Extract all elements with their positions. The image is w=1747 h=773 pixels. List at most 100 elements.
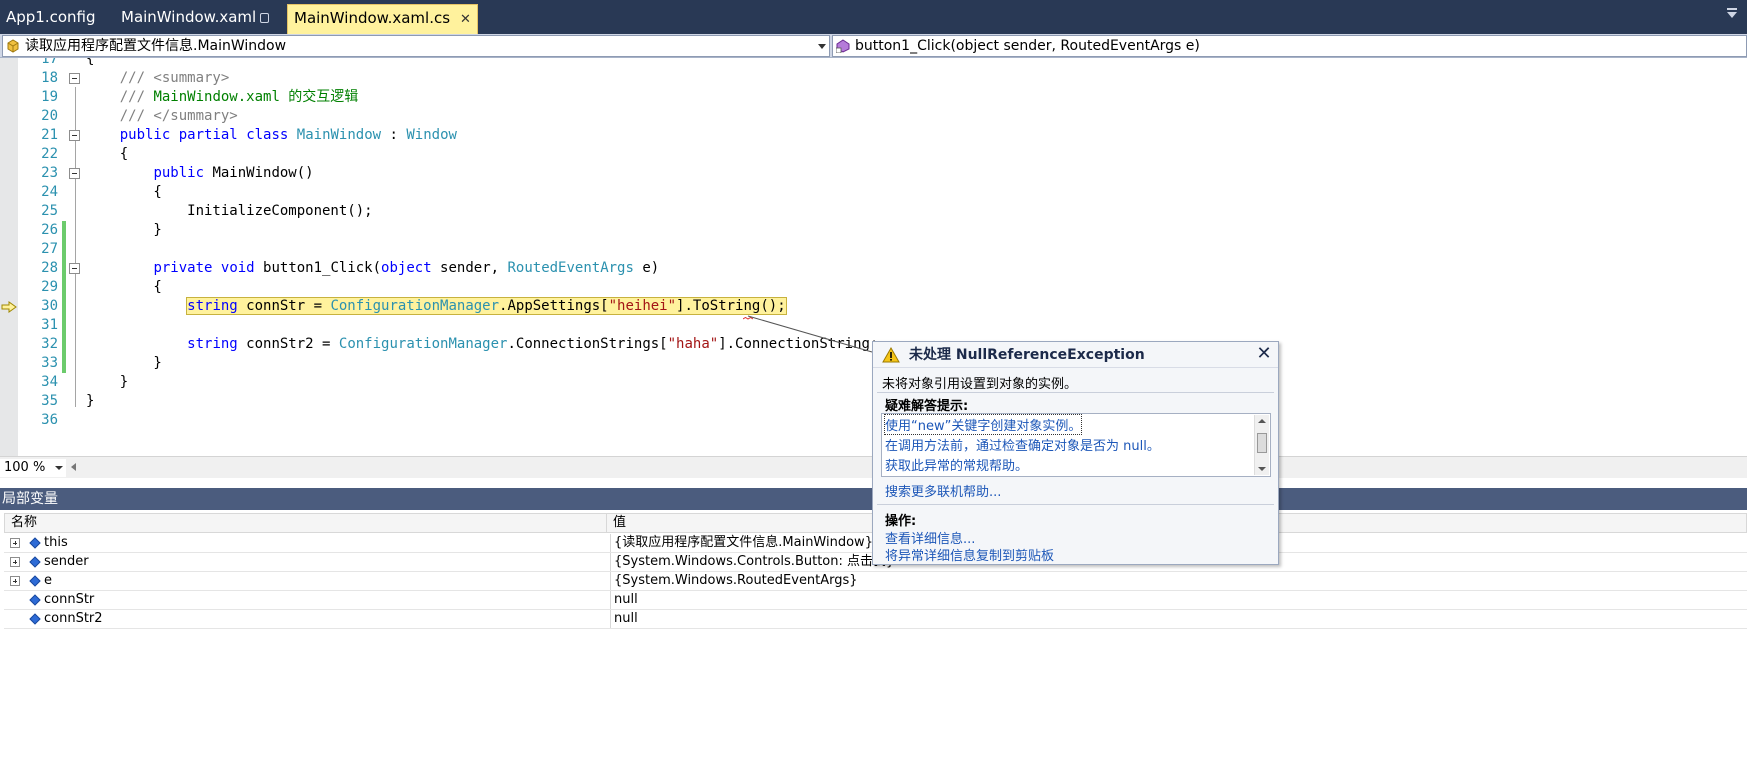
- divider: [877, 504, 1274, 505]
- error-squiggle: [743, 317, 753, 320]
- line-number: 20: [41, 108, 58, 124]
- column-header-name[interactable]: 名称: [5, 514, 607, 532]
- scroll-down-icon[interactable]: [1258, 467, 1266, 471]
- variable-name: connStr: [44, 592, 95, 607]
- code-text: }: [86, 355, 162, 371]
- member-dropdown[interactable]: button1_Click(object sender, RoutedEvent…: [832, 35, 1747, 57]
- tips-list[interactable]: 使用“new”关键字创建对象实例。 在调用方法前，通过检查确定对象是否为 nul…: [881, 413, 1271, 477]
- line-number: 29: [41, 279, 58, 295]
- code-text: {: [86, 184, 162, 200]
- zoom-dropdown[interactable]: 100 %: [0, 459, 66, 477]
- type-dropdown[interactable]: 读取应用程序配置文件信息.MainWindow: [2, 35, 830, 57]
- scroll-left-icon[interactable]: [71, 463, 76, 471]
- line-number: 25: [41, 203, 58, 219]
- line-number: 34: [41, 374, 58, 390]
- code-text: private void button1_Click(object sender…: [153, 260, 660, 276]
- variable-value: {System.Windows.Controls.Button: 点击我}: [610, 553, 894, 571]
- code-text: InitializeComponent();: [86, 203, 373, 219]
- line-number: 17: [41, 58, 58, 67]
- line-number: 21: [41, 127, 58, 143]
- line-number: 32: [41, 336, 58, 352]
- tab-mainwindow-xaml-cs[interactable]: MainWindow.xaml.cs ✕: [287, 4, 478, 34]
- table-row[interactable]: e {System.Windows.RoutedEventArgs}: [4, 572, 1747, 591]
- line-number: 23: [41, 165, 58, 181]
- code-text: }: [86, 222, 162, 238]
- code-line: 26 }: [0, 221, 1747, 240]
- tab-label: MainWindow.xaml: [121, 8, 257, 26]
- code-line: 24 {: [0, 183, 1747, 202]
- code-text: string connStr2 = ConfigurationManager.C…: [187, 336, 879, 352]
- code-text: }: [86, 393, 95, 409]
- line-number: 31: [41, 317, 58, 333]
- member-dropdown-value: button1_Click(object sender, RoutedEvent…: [855, 38, 1200, 54]
- code-line: 31: [0, 316, 1747, 335]
- expand-icon[interactable]: [10, 576, 20, 586]
- collapse-icon[interactable]: [69, 130, 80, 141]
- code-text: }: [86, 374, 129, 390]
- search-online-help-link[interactable]: 搜索更多联机帮助...: [885, 481, 1001, 500]
- tip-link[interactable]: 获取此异常的常规帮助。: [885, 455, 1028, 474]
- line-number: 28: [41, 260, 58, 276]
- line-number: 19: [41, 89, 58, 105]
- divider: [877, 392, 1274, 393]
- tip-link[interactable]: 使用“new”关键字创建对象实例。: [883, 414, 1083, 435]
- expand-icon[interactable]: [10, 557, 20, 567]
- table-row[interactable]: connStr2 null: [4, 610, 1747, 629]
- close-icon[interactable]: ✕: [1256, 345, 1272, 363]
- current-statement-line: 30 string connStr = ConfigurationManager…: [0, 297, 1747, 316]
- line-number: 36: [41, 412, 58, 428]
- collapse-icon[interactable]: [69, 168, 80, 179]
- code-text: public partial class MainWindow : Window: [119, 127, 457, 143]
- code-line: 22 {: [0, 145, 1747, 164]
- scroll-thumb[interactable]: [1257, 433, 1267, 453]
- variable-name: connStr2: [44, 611, 103, 626]
- line-number: 27: [41, 241, 58, 257]
- warning-icon: [882, 347, 900, 363]
- line-number: 35: [41, 393, 58, 409]
- document-tab-strip: App1.config MainWindow.xaml MainWindow.x…: [0, 0, 1747, 34]
- code-line: 18 /// <summary>: [0, 69, 1747, 88]
- tips-scrollbar[interactable]: [1254, 415, 1269, 475]
- class-icon: [7, 39, 19, 53]
- line-number: 18: [41, 70, 58, 86]
- variable-name: this: [44, 535, 68, 550]
- variable-icon: [29, 575, 41, 587]
- code-text: string connStr = ConfigurationManager.Ap…: [186, 297, 787, 315]
- code-line: 27: [0, 240, 1747, 259]
- variable-value: null: [610, 610, 638, 628]
- current-statement-arrow-icon: [1, 301, 17, 313]
- collapse-icon[interactable]: [69, 263, 80, 274]
- variable-value: null: [610, 591, 638, 609]
- tab-overflow-icon[interactable]: [1727, 8, 1737, 18]
- code-line: 29 {: [0, 278, 1747, 297]
- line-number: 22: [41, 146, 58, 162]
- expand-icon[interactable]: [10, 538, 20, 548]
- code-text: /// MainWindow.xaml 的交互逻辑: [86, 89, 359, 105]
- collapse-icon[interactable]: [69, 73, 80, 84]
- method-icon: [836, 39, 850, 53]
- code-text: /// </summary>: [86, 108, 238, 124]
- type-dropdown-value: 读取应用程序配置文件信息.MainWindow: [25, 38, 287, 54]
- code-line: 28 private void button1_Click(object sen…: [0, 259, 1747, 278]
- code-text: {: [86, 279, 162, 295]
- navigation-bar: 读取应用程序配置文件信息.MainWindow button1_Click(ob…: [0, 34, 1747, 58]
- line-number: 26: [41, 222, 58, 238]
- code-line: 21 public partial class MainWindow : Win…: [0, 126, 1747, 145]
- tab-app1-config[interactable]: App1.config: [0, 4, 102, 34]
- table-row[interactable]: connStr null: [4, 591, 1747, 610]
- copy-details-link[interactable]: 将异常详细信息复制到剪贴板: [885, 545, 1054, 564]
- variable-icon: [29, 556, 41, 568]
- tip-link[interactable]: 在调用方法前，通过检查确定对象是否为 null。: [885, 435, 1160, 454]
- variable-icon: [29, 613, 41, 625]
- zoom-value: 100 %: [4, 460, 46, 475]
- variable-icon: [29, 594, 41, 606]
- line-number: 33: [41, 355, 58, 371]
- tab-label: App1.config: [6, 8, 96, 26]
- line-number: 24: [41, 184, 58, 200]
- chevron-down-icon: [818, 44, 826, 49]
- tab-mainwindow-xaml[interactable]: MainWindow.xaml: [115, 4, 275, 34]
- scroll-up-icon[interactable]: [1258, 419, 1266, 423]
- code-line: 20 /// </summary>: [0, 107, 1747, 126]
- code-text: public MainWindow(): [153, 165, 314, 181]
- close-icon[interactable]: ✕: [460, 7, 471, 33]
